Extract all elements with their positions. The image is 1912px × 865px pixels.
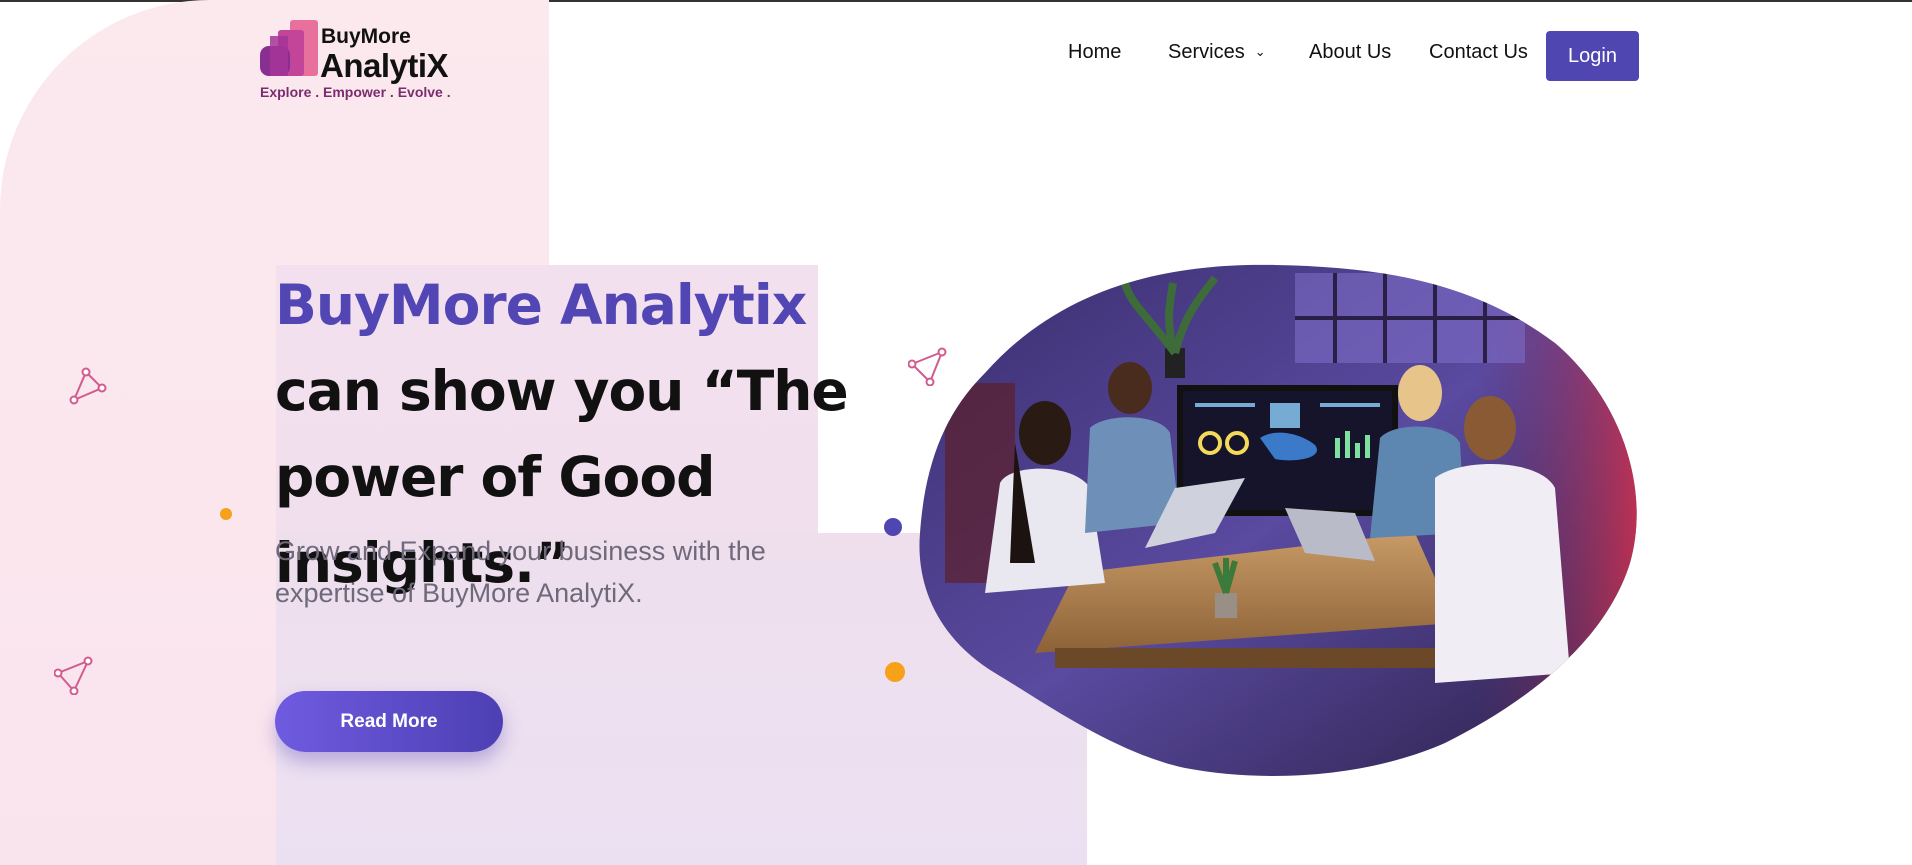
nav-about-link[interactable]: About Us — [1309, 41, 1391, 67]
nav-contact-link[interactable]: Contact Us — [1429, 41, 1528, 67]
login-button[interactable]: Login — [1546, 31, 1639, 81]
nav-home-label: Home — [1068, 41, 1122, 63]
purple-dot-decoration — [884, 518, 902, 536]
nav-services-label: Services — [1168, 41, 1245, 63]
team-meeting-photo — [919, 264, 1637, 776]
nav-about-label: About Us — [1309, 41, 1392, 63]
chevron-down-icon: ⌄ — [1254, 44, 1266, 59]
nav-home-link[interactable]: Home — [1068, 41, 1121, 67]
logo[interactable]: BuyMore AnalytiX Explore . Empower . Evo… — [258, 18, 458, 104]
read-more-button[interactable]: Read More — [275, 691, 503, 752]
nav-contact-label: Contact Us — [1429, 41, 1528, 63]
logo-main-text: AnalytiX — [320, 47, 449, 84]
nav-services-link[interactable]: Services ⌄ — [1168, 41, 1266, 67]
orange-dot-decoration — [220, 508, 232, 520]
hero-subtext: Grow and Expand your business with the e… — [275, 536, 766, 608]
orange-dot-decoration — [885, 662, 905, 682]
login-label: Login — [1568, 44, 1617, 67]
logo-tagline: Explore . Empower . Evolve . — [260, 84, 451, 100]
read-more-label: Read More — [340, 710, 438, 732]
logo-mark-icon — [260, 20, 318, 76]
network-triangle-icon — [69, 367, 107, 405]
logo-top-text: BuyMore — [321, 25, 411, 48]
network-triangle-icon — [54, 656, 93, 695]
hero-headline-accent: BuyMore Analytix — [275, 273, 807, 337]
